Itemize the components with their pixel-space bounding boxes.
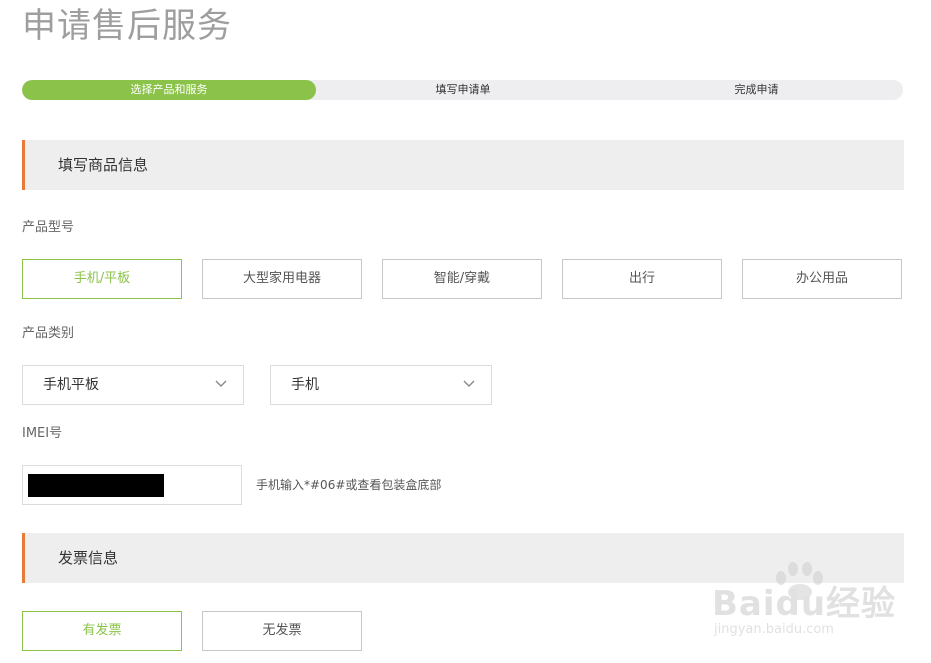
progress-step-select: 选择产品和服务 <box>130 83 208 96</box>
model-option-phone-tablet[interactable]: 手机/平板 <box>22 259 182 299</box>
section-header-product: 填写商品信息 <box>22 140 904 190</box>
select-value: 手机 <box>291 377 319 393</box>
invoice-option-no[interactable]: 无发票 <box>202 611 362 651</box>
product-model-label: 产品型号 <box>22 220 75 235</box>
model-option-smart-wearable[interactable]: 智能/穿戴 <box>382 259 542 299</box>
chevron-down-icon <box>215 380 227 387</box>
page-title: 申请售后服务 <box>22 6 232 46</box>
section-title: 填写商品信息 <box>58 156 149 174</box>
category-select-primary[interactable]: 手机平板 <box>22 365 244 405</box>
imei-input[interactable] <box>22 465 242 505</box>
section-title: 发票信息 <box>58 549 119 567</box>
model-option-large-appliance[interactable]: 大型家用电器 <box>202 259 362 299</box>
select-value: 手机平板 <box>43 377 99 393</box>
category-select-secondary[interactable]: 手机 <box>270 365 492 405</box>
chevron-down-icon <box>463 380 475 387</box>
model-option-office[interactable]: 办公用品 <box>742 259 902 299</box>
watermark-url: jingyan.baidu.com <box>714 622 834 637</box>
progress-step-fill-form: 填写申请单 <box>435 83 491 96</box>
product-category-label: 产品类别 <box>22 326 75 341</box>
imei-label: IMEI号 <box>22 426 63 441</box>
model-option-travel[interactable]: 出行 <box>562 259 722 299</box>
imei-hint: 手机输入*#06#或查看包装盒底部 <box>256 478 442 492</box>
progress-bar: 选择产品和服务 填写申请单 完成申请 <box>22 80 903 100</box>
invoice-option-yes[interactable]: 有发票 <box>22 611 182 651</box>
redacted-value <box>28 474 164 497</box>
baidu-watermark: Baidu经验 jingyan.baidu.com <box>712 560 902 650</box>
progress-step-complete: 完成申请 <box>734 83 779 96</box>
watermark-text: Baidu经验 <box>712 584 897 624</box>
